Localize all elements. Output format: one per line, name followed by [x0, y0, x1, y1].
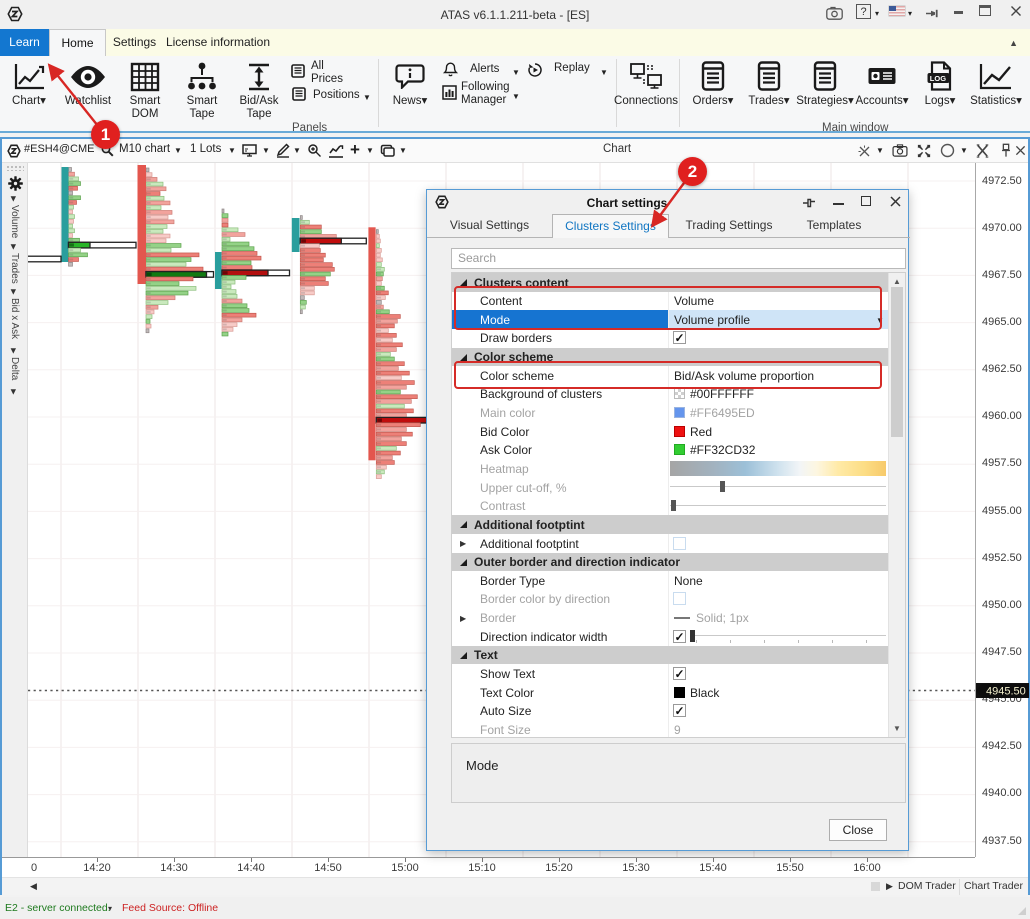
svg-text:LOG: LOG: [930, 74, 946, 83]
svg-text:4945.50: 4945.50: [986, 686, 1026, 698]
